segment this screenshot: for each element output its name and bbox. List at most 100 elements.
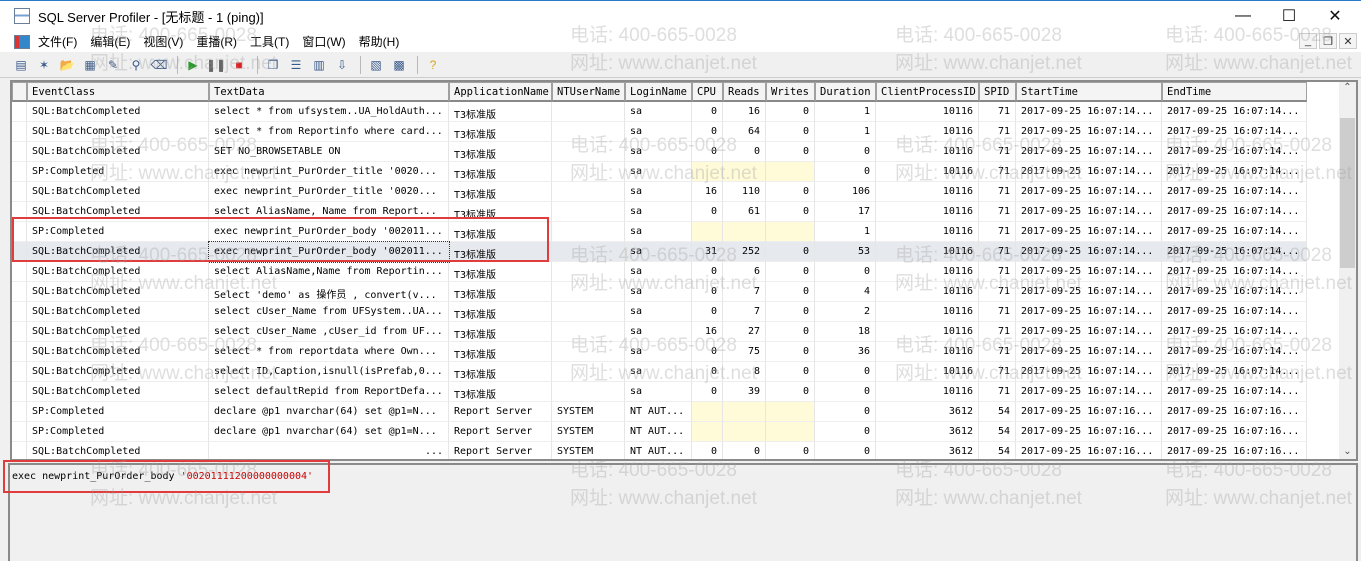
help-icon[interactable]: ? bbox=[423, 55, 443, 75]
mdi-minimize-button[interactable]: _ bbox=[1299, 33, 1317, 49]
scroll-down-icon[interactable]: ⌄ bbox=[1339, 446, 1356, 457]
table-row[interactable]: SQL:BatchCompleted select defaultRepid fr… bbox=[12, 382, 1307, 402]
detail-string-literal: '00201111200000000004' bbox=[180, 471, 314, 482]
vertical-scrollbar[interactable]: ⌃ ⌄ bbox=[1339, 82, 1356, 459]
autoscroll-icon[interactable]: ⇩ bbox=[332, 55, 352, 75]
new-trace-icon[interactable]: ▤ bbox=[11, 55, 31, 75]
row-selector[interactable] bbox=[12, 242, 27, 262]
table-row[interactable]: SQL:BatchCompleted select AliasName,Name … bbox=[12, 262, 1307, 282]
properties-icon[interactable]: ▦ bbox=[80, 55, 100, 75]
row-selector[interactable] bbox=[12, 182, 27, 202]
table-row[interactable]: SQL:BatchCompleted select ID,Caption,isnu… bbox=[12, 362, 1307, 382]
row-selector[interactable] bbox=[12, 442, 27, 459]
cascade-icon[interactable]: ❐ bbox=[263, 55, 283, 75]
menu-replay[interactable]: 重播(R) bbox=[196, 33, 237, 50]
column-header-endtime[interactable]: EndTime bbox=[1162, 82, 1307, 102]
find-icon[interactable]: ⚲ bbox=[126, 55, 146, 75]
template-icon[interactable]: ✶ bbox=[34, 55, 54, 75]
cell-textdata: ... bbox=[209, 442, 449, 459]
pause-icon[interactable]: ❚❚ bbox=[206, 55, 226, 75]
minimize-button[interactable]: — bbox=[1220, 1, 1266, 31]
menu-window[interactable]: 窗口(W) bbox=[302, 33, 345, 50]
mdi-restore-button[interactable]: ❐ bbox=[1319, 33, 1337, 49]
row-selector[interactable] bbox=[12, 282, 27, 302]
clear-icon[interactable]: ⌫ bbox=[149, 55, 169, 75]
table-row[interactable]: SQL:BatchCompleted select cUser_Name from… bbox=[12, 302, 1307, 322]
cell-loginname: NT AUT... bbox=[625, 422, 692, 442]
column-header-writes[interactable]: Writes bbox=[766, 82, 815, 102]
cell-applicationname: T3标准版 bbox=[449, 362, 552, 382]
menu-tools[interactable]: 工具(T) bbox=[250, 33, 289, 50]
mdi-close-button[interactable]: ✕ bbox=[1339, 33, 1357, 49]
menu-file[interactable]: 文件(F) bbox=[38, 33, 77, 50]
cell-textdata: exec newprint_PurOrder_body '002011... bbox=[209, 222, 449, 242]
column-header-clientprocessid[interactable]: ClientProcessID bbox=[876, 82, 979, 102]
row-selector[interactable] bbox=[12, 262, 27, 282]
stop-icon[interactable]: ■ bbox=[229, 55, 249, 75]
table-row[interactable]: SP:Completed declare @p1 nvarchar(64) set… bbox=[12, 422, 1307, 442]
table-row[interactable]: SQL:BatchCompleted select AliasName, Name… bbox=[12, 202, 1307, 222]
row-selector[interactable] bbox=[12, 162, 27, 182]
column-header-spid[interactable]: SPID bbox=[979, 82, 1016, 102]
perfmon-icon[interactable]: ▧ bbox=[366, 55, 386, 75]
tile-h-icon[interactable]: ☰ bbox=[286, 55, 306, 75]
row-selector[interactable] bbox=[12, 302, 27, 322]
cell-reads: 39 bbox=[723, 382, 766, 402]
column-header-loginname[interactable]: LoginName bbox=[625, 82, 692, 102]
table-row[interactable]: SP:Completed exec newprint_PurOrder_body … bbox=[12, 222, 1307, 242]
row-selector[interactable] bbox=[12, 422, 27, 442]
table-row[interactable]: SQL:BatchCompleted select * from Reportin… bbox=[12, 122, 1307, 142]
table-row[interactable]: SP:Completed declare @p1 nvarchar(64) set… bbox=[12, 402, 1307, 422]
cell-applicationname: T3标准版 bbox=[449, 342, 552, 362]
scroll-thumb[interactable] bbox=[1340, 118, 1355, 268]
column-header-ntusername[interactable]: NTUserName bbox=[552, 82, 625, 102]
table-row[interactable]: SQL:BatchCompleted select cUser_Name ,cUs… bbox=[12, 322, 1307, 342]
cell-writes: 0 bbox=[766, 262, 815, 282]
row-selector[interactable] bbox=[12, 402, 27, 422]
menu-view[interactable]: 视图(V) bbox=[143, 33, 183, 50]
cell-spid: 71 bbox=[979, 282, 1016, 302]
column-header-starttime[interactable]: StartTime bbox=[1016, 82, 1162, 102]
cell-applicationname: T3标准版 bbox=[449, 182, 552, 202]
column-header-reads[interactable]: Reads bbox=[723, 82, 766, 102]
column-header-eventclass[interactable]: EventClass bbox=[27, 82, 209, 102]
table-row[interactable]: SQL:BatchCompleted SET NO_BROWSETABLE ON T… bbox=[12, 142, 1307, 162]
chart-icon[interactable]: ▩ bbox=[389, 55, 409, 75]
row-selector[interactable] bbox=[12, 122, 27, 142]
textdata-detail-pane[interactable]: exec newprint_PurOrder_body '00201111200… bbox=[8, 463, 1358, 561]
scroll-up-icon[interactable]: ⌃ bbox=[1339, 82, 1356, 93]
table-row[interactable]: SQL:BatchCompleted select * from reportda… bbox=[12, 342, 1307, 362]
column-header-duration[interactable]: Duration bbox=[815, 82, 876, 102]
menu-bar: 文件(F) 编辑(E) 视图(V) 重播(R) 工具(T) 窗口(W) 帮助(H… bbox=[0, 31, 1361, 52]
menu-edit[interactable]: 编辑(E) bbox=[90, 33, 130, 50]
cell-endtime: 2017-09-25 16:07:14... bbox=[1162, 202, 1307, 222]
row-selector[interactable] bbox=[12, 142, 27, 162]
row-selector[interactable] bbox=[12, 322, 27, 342]
close-button[interactable]: ✕ bbox=[1312, 1, 1358, 31]
table-row[interactable]: SQL:BatchCompleted exec newprint_PurOrder… bbox=[12, 182, 1307, 202]
table-row[interactable]: SQL:BatchCompleted... Report Server SYSTEM… bbox=[12, 442, 1307, 459]
maximize-button[interactable]: ☐ bbox=[1266, 1, 1312, 31]
column-header-textdata[interactable]: TextData bbox=[209, 82, 449, 102]
edit-icon[interactable]: ✎ bbox=[103, 55, 123, 75]
row-selector[interactable] bbox=[12, 362, 27, 382]
row-selector[interactable] bbox=[12, 382, 27, 402]
cell-starttime: 2017-09-25 16:07:14... bbox=[1016, 202, 1162, 222]
row-selector[interactable] bbox=[12, 222, 27, 242]
cell-cpu: 0 bbox=[692, 302, 723, 322]
cell-loginname: sa bbox=[625, 102, 692, 122]
table-row[interactable]: SQL:BatchCompleted Select 'demo' as 操作员 ,… bbox=[12, 282, 1307, 302]
column-header-cpu[interactable]: CPU bbox=[692, 82, 723, 102]
tile-v-icon[interactable]: ▥ bbox=[309, 55, 329, 75]
row-selector[interactable] bbox=[12, 102, 27, 122]
row-selector[interactable] bbox=[12, 342, 27, 362]
menu-help[interactable]: 帮助(H) bbox=[359, 33, 400, 50]
table-row[interactable]: SQL:BatchCompleted exec newprint_PurOrder… bbox=[12, 241, 1307, 263]
cell-duration: 1 bbox=[815, 122, 876, 142]
table-row[interactable]: SP:Completed exec newprint_PurOrder_title… bbox=[12, 162, 1307, 182]
column-header-applicationname[interactable]: ApplicationName bbox=[449, 82, 552, 102]
open-icon[interactable]: 📂 bbox=[57, 55, 77, 75]
start-icon[interactable]: ▶ bbox=[183, 55, 203, 75]
row-selector[interactable] bbox=[12, 202, 27, 222]
table-row[interactable]: SQL:BatchCompleted select * from ufsystem… bbox=[12, 102, 1307, 122]
